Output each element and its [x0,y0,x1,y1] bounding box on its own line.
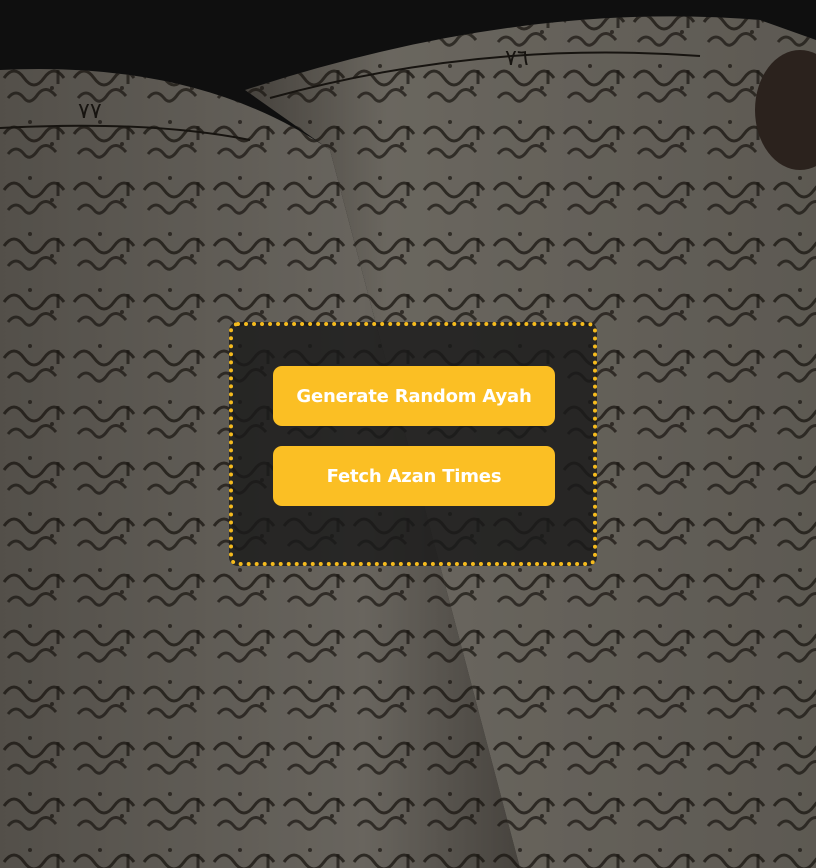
fetch-azan-times-button[interactable]: Fetch Azan Times [273,446,555,506]
generate-random-ayah-button[interactable]: Generate Random Ayah [273,366,555,426]
actions-panel: Generate Random Ayah Fetch Azan Times [229,322,597,566]
app-root: ٧٧ ٧٦ Generate Random Ayah Fetch Azan Ti… [0,0,816,868]
